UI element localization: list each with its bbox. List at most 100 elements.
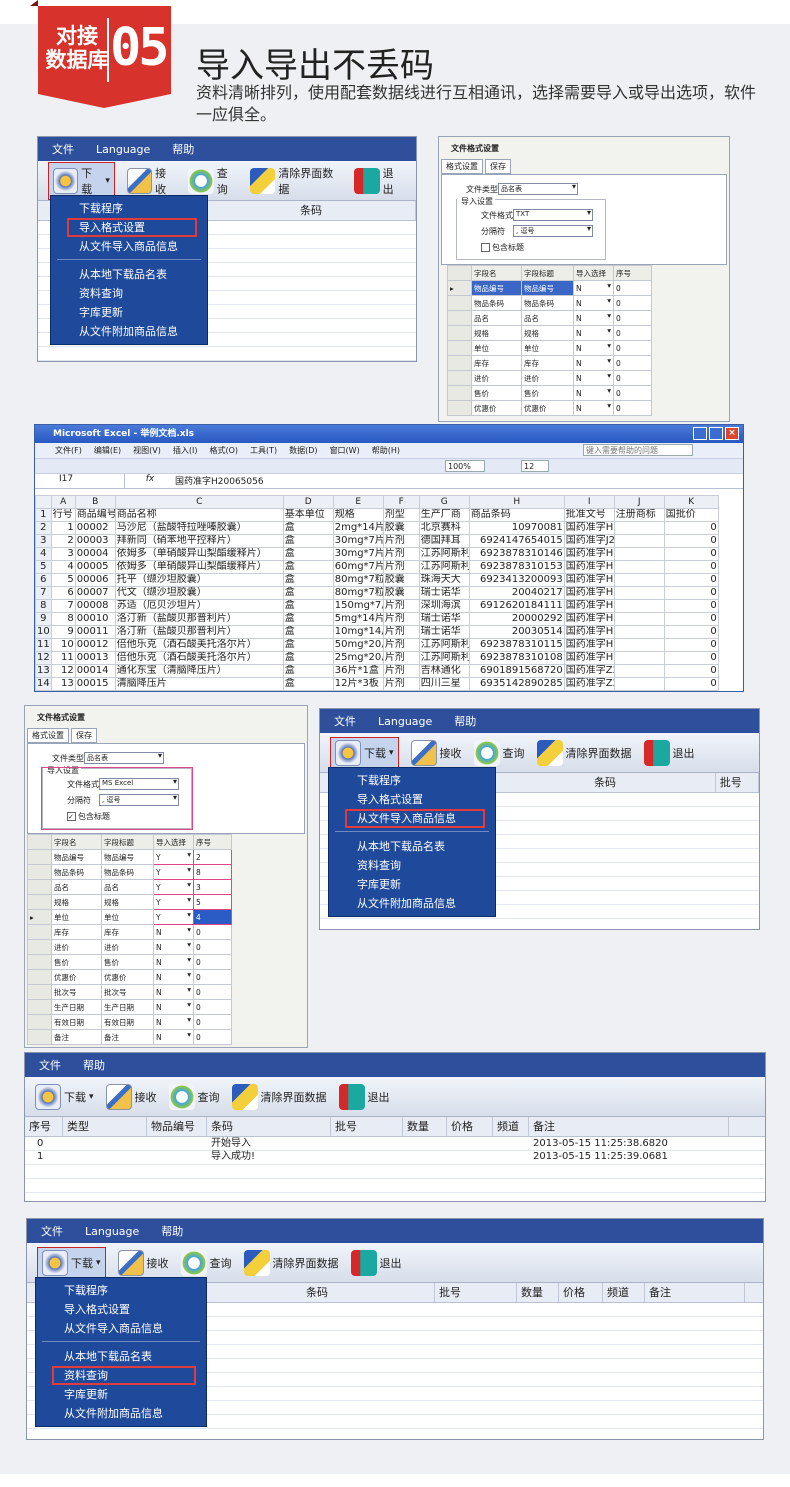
- cell[interactable]: 6912620184111: [468, 599, 565, 613]
- maximize-button[interactable]: [709, 427, 723, 440]
- cell[interactable]: 江苏阿斯利: [418, 638, 470, 652]
- table-row[interactable]: 1 导入成功! 2013-05-15 11:25:39.0681: [25, 1150, 765, 1163]
- chevron-down-icon[interactable]: ▾: [187, 1000, 191, 1009]
- cell[interactable]: [613, 560, 665, 574]
- chevron-down-icon[interactable]: ▾: [389, 748, 394, 758]
- excel-menu-4[interactable]: 格式(O): [209, 443, 238, 458]
- cell[interactable]: 德国拜耳: [418, 534, 470, 548]
- cell[interactable]: 江苏阿斯利: [418, 547, 470, 561]
- column-letter[interactable]: B: [74, 495, 116, 509]
- column-header[interactable]: 条码: [302, 1283, 435, 1302]
- excel-menu-8[interactable]: 帮助(H): [372, 443, 400, 458]
- table-cell[interactable]: 4: [193, 909, 232, 925]
- import-select[interactable]: N ▾: [573, 370, 614, 386]
- import-select[interactable]: Y ▾: [153, 864, 194, 880]
- cell[interactable]: 60mg*7片: [332, 560, 384, 574]
- row-number[interactable]: 7: [35, 586, 52, 600]
- import-select[interactable]: N ▾: [573, 310, 614, 326]
- table-row[interactable]: 库存 库存 N ▾ 0: [27, 924, 232, 940]
- table-row[interactable]: 生产日期 生产日期 N ▾ 0: [27, 999, 232, 1015]
- cell[interactable]: [613, 625, 665, 639]
- chevron-down-icon[interactable]: ▾: [607, 371, 611, 380]
- dropdown-item-6[interactable]: 从文件附加商品信息: [36, 1404, 206, 1423]
- help-search-input[interactable]: 键入需要帮助的问题: [583, 444, 693, 456]
- import-select[interactable]: N ▾: [573, 295, 614, 311]
- column-letter[interactable]: J: [613, 495, 665, 509]
- header-cell[interactable]: 批准文号: [563, 508, 615, 522]
- row-number[interactable]: 4: [35, 547, 52, 561]
- separator-select[interactable]: , 逗号: [513, 224, 593, 237]
- cell[interactable]: 00003: [74, 534, 116, 548]
- cell[interactable]: 国药准字H20000292: [563, 612, 615, 626]
- table-row[interactable]: 售价 售价 N ▾ 0: [27, 954, 232, 970]
- cell[interactable]: 江苏阿斯利: [418, 651, 470, 665]
- clear-button[interactable]: 清除界面数据: [243, 1249, 339, 1276]
- table-cell[interactable]: 0: [613, 370, 652, 386]
- cell[interactable]: 盒: [282, 560, 334, 574]
- cell[interactable]: 片剂: [382, 638, 420, 652]
- exit-button[interactable]: 退出: [350, 1249, 402, 1276]
- cell[interactable]: 2: [50, 534, 76, 548]
- cell[interactable]: 0: [663, 612, 719, 626]
- excel-menu-5[interactable]: 工具(T): [250, 443, 277, 458]
- cell[interactable]: 国药准字H20040217: [563, 586, 615, 600]
- dropdown-item-4[interactable]: 资料查询: [52, 1366, 196, 1385]
- table-row[interactable]: 库存 库存 N ▾ 0: [447, 355, 652, 371]
- query-button[interactable]: 查询: [168, 1083, 220, 1110]
- excel-menu-1[interactable]: 编辑(E): [94, 443, 121, 458]
- cell[interactable]: 依姆多（单硝酸异山梨酯缓释片）: [114, 547, 284, 561]
- cell[interactable]: 代文（缬沙坦胶囊）: [114, 586, 284, 600]
- import-select[interactable]: Y ▾: [153, 879, 194, 895]
- table-cell[interactable]: 0: [613, 310, 652, 326]
- cell[interactable]: 30mg*7片: [332, 547, 384, 561]
- cell[interactable]: 00014: [74, 664, 116, 678]
- cell[interactable]: 6923878310108: [468, 651, 565, 665]
- cell[interactable]: 盒: [282, 586, 334, 600]
- menu-item-2[interactable]: 帮助: [454, 713, 476, 729]
- column-header[interactable]: 类型: [63, 1117, 147, 1136]
- cell[interactable]: 倍他乐克（酒石酸美托洛尔片）: [114, 651, 284, 665]
- cell[interactable]: 胶囊: [382, 573, 420, 587]
- cell[interactable]: 2mg*14片: [332, 521, 384, 535]
- receive-button[interactable]: 接收: [117, 1249, 169, 1276]
- table-row[interactable]: 有效日期 有效日期 N ▾ 0: [27, 1014, 232, 1030]
- tab-0[interactable]: 格式设置: [441, 159, 483, 174]
- cell[interactable]: [613, 651, 665, 665]
- row-number[interactable]: 10: [35, 625, 52, 639]
- cell[interactable]: 20030514: [468, 625, 565, 639]
- cell[interactable]: 6935142890285: [468, 677, 565, 691]
- cell[interactable]: 0: [663, 560, 719, 574]
- table-row[interactable]: 0 开始导入 2013-05-15 11:25:38.6820: [25, 1137, 765, 1150]
- cell[interactable]: 片剂: [382, 534, 420, 548]
- import-select[interactable]: N ▾: [573, 325, 614, 341]
- import-select[interactable]: N ▾: [573, 340, 614, 356]
- row-number[interactable]: 5: [35, 560, 52, 574]
- cell[interactable]: 80mg*7粒: [332, 573, 384, 587]
- download-button[interactable]: 下载 ▾: [35, 1083, 94, 1110]
- cell[interactable]: 胶囊: [382, 586, 420, 600]
- exit-button[interactable]: 退出: [643, 739, 695, 766]
- import-select[interactable]: Y ▾: [153, 894, 194, 910]
- row-number[interactable]: 8: [35, 599, 52, 613]
- column-letter[interactable]: C: [114, 495, 284, 509]
- import-select[interactable]: Y ▾: [153, 909, 194, 925]
- cell[interactable]: 0: [663, 651, 719, 665]
- cell[interactable]: 6924147654015: [468, 534, 565, 548]
- column-header[interactable]: 物品编号: [147, 1117, 207, 1136]
- table-cell[interactable]: 5: [193, 894, 232, 910]
- query-button[interactable]: 查询: [188, 165, 238, 197]
- column-letter[interactable]: G: [418, 495, 470, 509]
- dropdown-item-5[interactable]: 字库更新: [51, 303, 207, 322]
- file-format-select[interactable]: TXT: [513, 208, 593, 221]
- import-select[interactable]: N ▾: [153, 1029, 194, 1045]
- table-cell[interactable]: 0: [193, 984, 232, 1000]
- cell[interactable]: 通化东宝（清脑降压片）: [114, 664, 284, 678]
- dropdown-item-2[interactable]: 从文件导入商品信息: [345, 809, 485, 828]
- close-button[interactable]: ×: [725, 427, 739, 440]
- cell[interactable]: 6923413200093: [468, 573, 565, 587]
- cell[interactable]: 片剂: [382, 612, 420, 626]
- header-cell[interactable]: 商品名称: [114, 508, 284, 522]
- cell[interactable]: 20000292: [468, 612, 565, 626]
- cell[interactable]: 国药准字H20030777: [563, 573, 615, 587]
- header-cell[interactable]: 生产厂商: [418, 508, 470, 522]
